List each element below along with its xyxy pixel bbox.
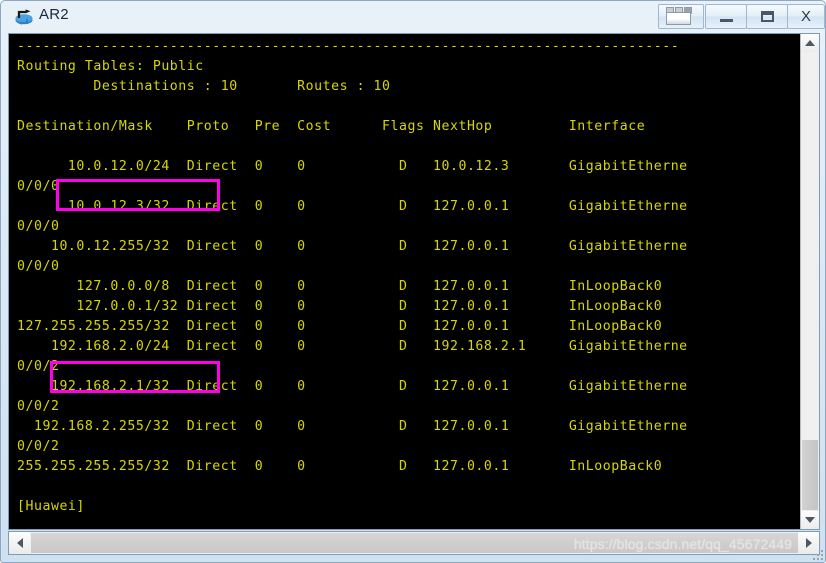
title-bar: AR2 X [1, 1, 826, 32]
horizontal-scrollbar[interactable]: https://blog.csdn.net/qq_45672449 [8, 531, 820, 555]
terminal-area: ----------------------------------------… [8, 33, 820, 530]
minimize-icon [706, 5, 746, 28]
window-list-icon [659, 5, 703, 28]
scroll-left-button[interactable] [9, 532, 30, 554]
terminal-text: ----------------------------------------… [17, 39, 688, 514]
scroll-down-button[interactable] [801, 511, 819, 529]
horizontal-scrollbar-thumb[interactable]: https://blog.csdn.net/qq_45672449 [31, 533, 798, 553]
window-title: AR2 [39, 6, 69, 23]
window-list-button[interactable] [658, 4, 704, 29]
resize-grip[interactable] [811, 548, 823, 560]
maximize-button[interactable] [746, 4, 788, 29]
chevron-left-icon [16, 538, 23, 548]
vertical-scrollbar[interactable] [800, 34, 819, 529]
maximize-icon [747, 5, 787, 28]
chevron-up-icon [805, 40, 815, 46]
minimize-button[interactable] [705, 4, 747, 29]
close-button[interactable]: X [787, 4, 825, 29]
close-icon: X [800, 8, 811, 25]
router-icon [13, 6, 35, 28]
terminal-window: AR2 X ----------------------------------… [0, 0, 826, 563]
vertical-scrollbar-thumb[interactable] [802, 440, 818, 510]
chevron-right-icon [805, 538, 812, 548]
scroll-up-button[interactable] [801, 34, 819, 52]
chevron-down-icon [805, 517, 815, 523]
watermark-text: https://blog.csdn.net/qq_45672449 [573, 536, 792, 552]
terminal-output[interactable]: ----------------------------------------… [9, 34, 800, 529]
